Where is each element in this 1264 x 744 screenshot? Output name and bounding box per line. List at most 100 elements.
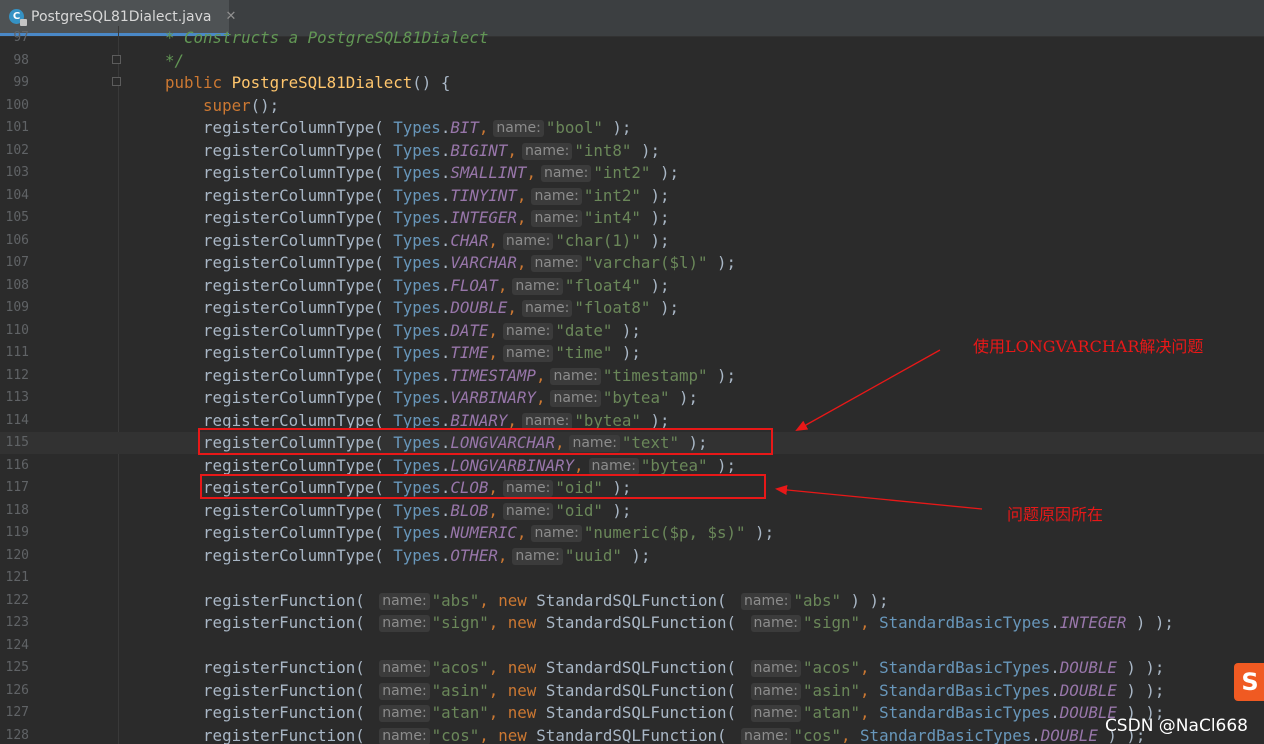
code-token: DATE (450, 320, 489, 340)
code-token: ); (650, 298, 679, 317)
line-number[interactable]: 106 (0, 232, 29, 250)
code-line[interactable]: 104 registerColumnType( Types.TINYINT, na… (0, 185, 1264, 207)
code-line[interactable]: 123 registerFunction( name: "sign", new S… (0, 612, 1264, 634)
line-number[interactable]: 105 (0, 209, 29, 227)
code-token: , new (479, 725, 537, 744)
code-token: ) ); (841, 590, 889, 610)
code-line[interactable]: 108 registerColumnType( Types.FLOAT, name… (0, 275, 1264, 297)
code-token: Types (393, 545, 441, 565)
code-line[interactable]: 113 registerColumnType( Types.VARBINARY,… (0, 387, 1264, 409)
code-line[interactable]: 105 registerColumnType( Types.INTEGER, na… (0, 207, 1264, 229)
code-token: , (507, 140, 517, 160)
line-number[interactable]: 121 (0, 569, 29, 587)
code-line[interactable]: 102 registerColumnType( Types.BIGINT, nam… (0, 140, 1264, 162)
line-number[interactable]: 99 (0, 74, 29, 92)
line-number[interactable]: 108 (0, 277, 29, 295)
code-line[interactable]: 121 (0, 567, 1264, 589)
code-token: "sign" (431, 613, 489, 632)
code-line[interactable]: 99 public PostgreSQL81Dialect() { (0, 72, 1264, 94)
line-number[interactable]: 97 (0, 29, 29, 47)
code-line[interactable]: 98 */ (0, 50, 1264, 72)
code-token: ); (745, 523, 775, 542)
code-text: registerColumnType( Types.VARBINARY, name… (165, 387, 698, 409)
code-text: registerColumnType( Types.FLOAT, name: "fl… (165, 275, 669, 297)
code-token: Types (393, 298, 441, 317)
line-number[interactable]: 128 (0, 727, 29, 744)
code-token: registerFunction( (165, 658, 375, 677)
code-token: "atan" (802, 703, 861, 722)
code-token: , new (488, 613, 546, 632)
line-number[interactable]: 113 (0, 389, 29, 407)
highlight-box-clob (200, 474, 766, 499)
code-text: super(); (165, 95, 279, 117)
line-number[interactable]: 114 (0, 412, 29, 430)
line-number[interactable]: 98 (0, 52, 29, 70)
line-number[interactable]: 124 (0, 637, 29, 655)
code-token: Types (393, 500, 441, 520)
line-number[interactable]: 100 (0, 97, 29, 115)
code-token: */ (165, 50, 185, 70)
code-line[interactable]: 120 registerColumnType( Types.OTHER, name… (0, 545, 1264, 567)
code-text: * Constructs a PostgreSQL81Dialect (165, 27, 488, 49)
code-token: (); (250, 95, 280, 115)
line-number[interactable]: 112 (0, 367, 29, 385)
code-token: "oid" (555, 500, 603, 520)
line-number[interactable]: 109 (0, 299, 29, 317)
code-token: Types (393, 140, 441, 160)
code-token: Types (393, 343, 441, 362)
code-line[interactable]: 107 registerColumnType( Types.VARCHAR, na… (0, 252, 1264, 274)
line-number[interactable]: 127 (0, 704, 29, 722)
code-line[interactable]: 97 * Constructs a PostgreSQL81Dialect (0, 27, 1264, 49)
fold-marker-icon[interactable] (112, 77, 121, 86)
code-line[interactable]: 112 registerColumnType( Types.TIMESTAMP,… (0, 365, 1264, 387)
code-editor[interactable]: 97 * Constructs a PostgreSQL81Dialect 98 */… (0, 26, 1264, 744)
code-line[interactable]: 103 registerColumnType( Types.SMALLINT, n… (0, 162, 1264, 184)
code-token: LONGVARBINARY (450, 455, 574, 475)
param-name-hint: name: (588, 457, 639, 475)
line-number[interactable]: 102 (0, 142, 29, 160)
line-number[interactable]: 122 (0, 592, 29, 610)
line-number[interactable]: 118 (0, 502, 29, 520)
code-line[interactable]: 100 super(); (0, 95, 1264, 117)
code-line[interactable]: 127 registerFunction( name: "atan", new S… (0, 702, 1264, 724)
code-token: OTHER (450, 545, 498, 565)
code-token: FLOAT (450, 275, 498, 295)
param-name-hint: name: (531, 525, 582, 542)
code-line[interactable]: 101 registerColumnType( Types.BIT, name: "… (0, 117, 1264, 139)
param-name-hint: name: (512, 547, 563, 565)
param-name-hint: name: (750, 705, 801, 722)
line-number[interactable]: 126 (0, 682, 29, 700)
line-number[interactable]: 120 (0, 547, 29, 565)
code-text: registerColumnType( Types.SMALLINT, name:… (165, 162, 679, 184)
line-number[interactable]: 110 (0, 322, 29, 340)
code-line[interactable]: 109 registerColumnType( Types.DOUBLE, nam… (0, 297, 1264, 319)
line-number[interactable]: 103 (0, 164, 29, 182)
code-token: super (203, 95, 251, 115)
line-number[interactable]: 115 (0, 434, 29, 452)
code-line[interactable]: 126 registerFunction( name: "asin", new S… (0, 680, 1264, 702)
code-token: . (440, 410, 451, 430)
code-line[interactable]: 106 registerColumnType( Types.CHAR, name:… (0, 230, 1264, 252)
param-name-hint: name: (379, 727, 430, 744)
line-number[interactable]: 125 (0, 659, 29, 677)
code-token: . (1031, 725, 1041, 744)
code-line[interactable]: 119 registerColumnType( Types.NUMERIC, na… (0, 522, 1264, 544)
code-line[interactable]: 122 registerFunction( name: "abs", new St… (0, 590, 1264, 612)
line-number[interactable]: 116 (0, 457, 29, 475)
code-line[interactable]: 125 registerFunction( name: "acos", new S… (0, 657, 1264, 679)
line-number[interactable]: 111 (0, 344, 29, 362)
code-line[interactable]: 128 registerFunction( name: "cos", new St… (0, 725, 1264, 744)
line-number[interactable]: 101 (0, 119, 29, 137)
code-token: , (488, 230, 498, 250)
code-line[interactable]: 124 (0, 635, 1264, 657)
line-number[interactable]: 107 (0, 254, 29, 272)
line-number[interactable]: 104 (0, 187, 29, 205)
code-token: ); (621, 545, 651, 565)
line-number[interactable]: 117 (0, 479, 29, 497)
code-token: "bool" (545, 118, 603, 137)
close-icon[interactable]: ✕ (225, 9, 236, 24)
fold-marker-icon[interactable] (112, 54, 121, 64)
code-token: ); (669, 388, 699, 407)
line-number[interactable]: 119 (0, 524, 29, 542)
line-number[interactable]: 123 (0, 614, 29, 632)
